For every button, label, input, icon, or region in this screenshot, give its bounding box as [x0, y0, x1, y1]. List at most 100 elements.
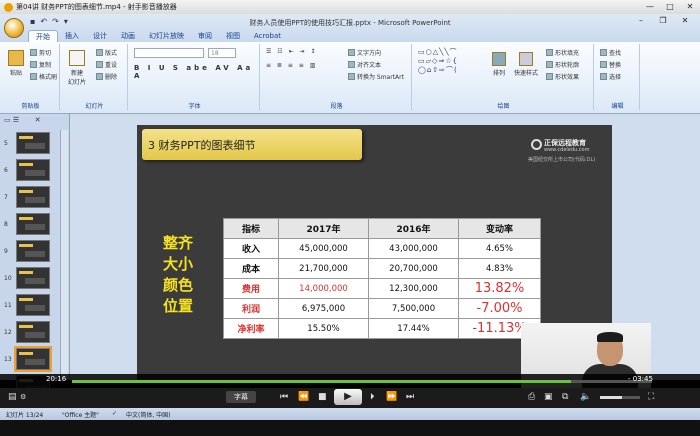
- play-button[interactable]: ▶: [334, 389, 362, 405]
- thumb-content: [25, 197, 45, 203]
- tab-5[interactable]: 审阅: [191, 30, 219, 42]
- new-slide-button[interactable]: 新建 幻灯片: [68, 50, 86, 86]
- ppt-restore-button[interactable]: ❐: [652, 16, 674, 25]
- font-name-combo[interactable]: [134, 48, 204, 58]
- player-close-button[interactable]: ✕: [680, 1, 700, 13]
- list-buttons[interactable]: ☰ ☷ ⇤ ⇥ ↕: [266, 48, 317, 55]
- find-button[interactable]: 查找: [600, 48, 621, 57]
- text-cursor-icon: I: [452, 300, 455, 310]
- smartart-button[interactable]: 转换为 SmartArt: [348, 72, 404, 81]
- shape-outline-button[interactable]: 形状轮廓: [546, 60, 579, 69]
- cell-y2016: 12,300,000: [368, 278, 459, 299]
- stop-icon[interactable]: ■: [318, 390, 327, 404]
- layout-button[interactable]: 版式: [96, 48, 117, 57]
- thumb-title-bar: [19, 271, 33, 274]
- font-size-combo[interactable]: 18: [208, 48, 236, 58]
- tab-6[interactable]: 视图: [219, 30, 247, 42]
- screenshot-icon[interactable]: ⎙: [528, 390, 535, 404]
- panel-tab-icons[interactable]: ▭ ☰ ✕: [4, 116, 41, 124]
- slide-thumbnail[interactable]: [14, 346, 52, 372]
- tab-1[interactable]: 插入: [58, 30, 86, 42]
- cut-button[interactable]: 剪切: [30, 48, 51, 57]
- ppt-window-buttons: – ❐ ✕: [630, 16, 696, 25]
- new-slide-icon: [69, 50, 85, 66]
- window-mode-icon[interactable]: ⧉: [562, 390, 568, 404]
- previous-icon[interactable]: ⏮: [280, 390, 288, 404]
- replace-button[interactable]: 替换: [600, 60, 621, 69]
- fast-forward-icon[interactable]: ⏩: [386, 390, 397, 404]
- quick-styles-button[interactable]: 快速样式: [514, 52, 538, 77]
- fill-icon: [546, 49, 553, 56]
- shapes-gallery[interactable]: ▭○△╲╲⌒ ▭▱◇⇒☆{◯⌂⇧⇨⌒(: [418, 48, 488, 84]
- tab-3[interactable]: 动画: [114, 30, 142, 42]
- slide-thumbnail[interactable]: [16, 267, 50, 289]
- replace-icon: [600, 61, 607, 68]
- settings-icon[interactable]: ⚙: [20, 390, 26, 404]
- font-format-buttons[interactable]: B I U S abe AV Aa A: [134, 64, 259, 80]
- ppt-caption: 财务人员使用PPT的使用技巧汇报.pptx - Microsoft PowerP…: [249, 19, 451, 27]
- format-painter-button[interactable]: 格式刷: [30, 72, 57, 81]
- ppt-close-button[interactable]: ✕: [674, 16, 696, 25]
- slide-thumbnail[interactable]: [16, 186, 50, 208]
- thumbnail-scrollbar[interactable]: [60, 130, 68, 380]
- shape-effects-button[interactable]: 形状效果: [546, 72, 579, 81]
- text-direction-button[interactable]: 文字方向: [348, 48, 381, 57]
- tab-0[interactable]: 开始: [28, 30, 58, 42]
- subtitle-button[interactable]: 字幕: [226, 391, 256, 403]
- align-buttons[interactable]: ≡ ≣ ≡ ≡ ▥: [266, 62, 317, 69]
- side-text-line: 位置: [163, 297, 194, 315]
- arrange-button[interactable]: 排列: [492, 52, 506, 77]
- layout-icon: [96, 49, 103, 56]
- ppt-status-bar: 幻灯片 13/24 "Office 主题" ✓ 中文(简体, 中国): [0, 408, 700, 420]
- group-label-drawing: 绘图: [497, 103, 510, 110]
- thumbnail-number: 6: [4, 167, 8, 174]
- volume-slider[interactable]: [600, 396, 640, 399]
- time-remaining: - 03:45: [628, 375, 653, 383]
- status-language: 中文(简体, 中国): [126, 412, 171, 419]
- shape-fill-button[interactable]: 形状填充: [546, 48, 579, 57]
- player-seek-bar[interactable]: [72, 380, 652, 383]
- player-window-buttons: — □ ✕: [640, 1, 700, 13]
- player-maximize-button[interactable]: □: [660, 1, 680, 13]
- slide-thumbnail[interactable]: [16, 321, 50, 343]
- thumb-title-bar: [19, 352, 33, 355]
- status-spellcheck-icon[interactable]: ✓: [112, 410, 117, 417]
- financial-table[interactable]: 指标 2017年 2016年 变动率 收入 45,000,000 43,000,00…: [223, 218, 541, 339]
- player-minimize-button[interactable]: —: [640, 1, 660, 13]
- group-slides: 新建 幻灯片 版式 重设 删除 幻灯片: [62, 44, 128, 110]
- reset-button[interactable]: 重设: [96, 60, 117, 69]
- paste-button[interactable]: 粘贴: [8, 50, 24, 77]
- ppt-minimize-button[interactable]: –: [630, 16, 652, 25]
- volume-icon[interactable]: 🔈: [580, 390, 591, 404]
- next-icon[interactable]: ⏭: [406, 390, 414, 404]
- frame-step-icon[interactable]: ⏵: [370, 390, 375, 404]
- slide-thumbnail[interactable]: [16, 132, 50, 154]
- thumb-title-bar: [19, 190, 33, 193]
- rewind-icon[interactable]: ⏪: [298, 390, 309, 404]
- select-button[interactable]: 选择: [600, 72, 621, 81]
- tab-4[interactable]: 幻灯片放映: [142, 30, 191, 42]
- group-label-font: 字体: [188, 103, 201, 110]
- table-row: 净利率 15.50% 17.44% -11.13%: [223, 318, 541, 339]
- delete-button[interactable]: 删除: [96, 72, 117, 81]
- brand-logo: 正保远程教育 www.cdeledu.com 美国纽交所上市公司(代码:DL): [528, 138, 608, 166]
- copy-button[interactable]: 复制: [30, 60, 51, 69]
- sound-channel-icon[interactable]: ▣: [544, 390, 553, 404]
- cell-y2017: 14,000,000: [278, 278, 369, 299]
- cell-y2016: 20,700,000: [368, 258, 459, 279]
- brand-sub: 美国纽交所上市公司(代码:DL): [528, 157, 596, 163]
- slide-thumbnail[interactable]: [16, 159, 50, 181]
- slide-thumbnail[interactable]: [16, 294, 50, 316]
- align-text-button[interactable]: 对齐文本: [348, 60, 381, 69]
- table-row: 利润 6,975,000 7,500,000 -7.00%: [223, 298, 541, 319]
- thumbnail-number: 12: [4, 329, 12, 336]
- tab-2[interactable]: 设计: [86, 30, 114, 42]
- slide-thumbnail[interactable]: [16, 240, 50, 262]
- thumb-title-bar: [19, 325, 33, 328]
- fullscreen-icon[interactable]: ⛶: [648, 390, 654, 404]
- thumb-content: [25, 143, 45, 149]
- playlist-icon[interactable]: ▤: [8, 390, 17, 404]
- slide-thumbnail[interactable]: [16, 213, 50, 235]
- tab-7[interactable]: Acrobat: [247, 30, 288, 42]
- thumb-title-bar: [19, 217, 33, 220]
